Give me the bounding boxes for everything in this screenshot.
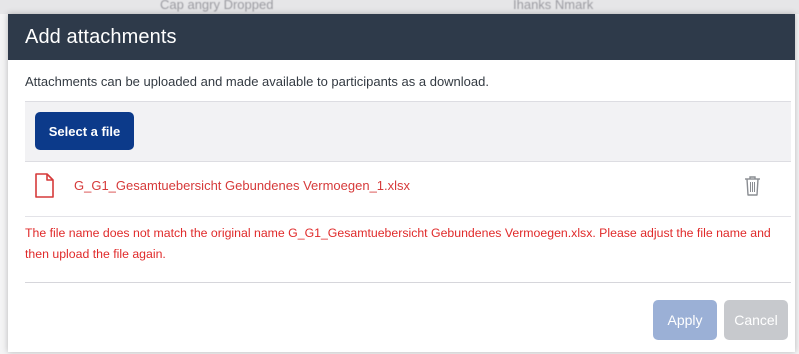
cancel-button[interactable]: Cancel bbox=[724, 300, 788, 340]
trash-icon[interactable] bbox=[744, 175, 761, 196]
upload-area: Select a file bbox=[25, 101, 791, 162]
attachment-row: G_G1_Gesamtuebersicht Gebundenes Vermoeg… bbox=[25, 162, 791, 217]
background-page: Cap angry Dropped Ihanks Nmark bbox=[0, 0, 799, 14]
dialog-title: Add attachments bbox=[25, 25, 177, 48]
file-name-error-message: The file name does not match the origina… bbox=[25, 226, 771, 261]
background-text: Cap angry Dropped bbox=[160, 0, 274, 12]
apply-button[interactable]: Apply bbox=[653, 300, 717, 340]
dialog-header: Add attachments bbox=[8, 14, 795, 60]
footer-divider bbox=[25, 282, 791, 283]
background-text: Ihanks Nmark bbox=[513, 0, 594, 12]
add-attachments-dialog: Add attachments Attachments can be uploa… bbox=[8, 14, 795, 352]
dialog-description: Attachments can be uploaded and made ava… bbox=[25, 74, 489, 89]
attachment-file-name[interactable]: G_G1_Gesamtuebersicht Gebundenes Vermoeg… bbox=[74, 178, 410, 193]
file-icon bbox=[35, 173, 54, 198]
select-file-button[interactable]: Select a file bbox=[35, 112, 134, 150]
